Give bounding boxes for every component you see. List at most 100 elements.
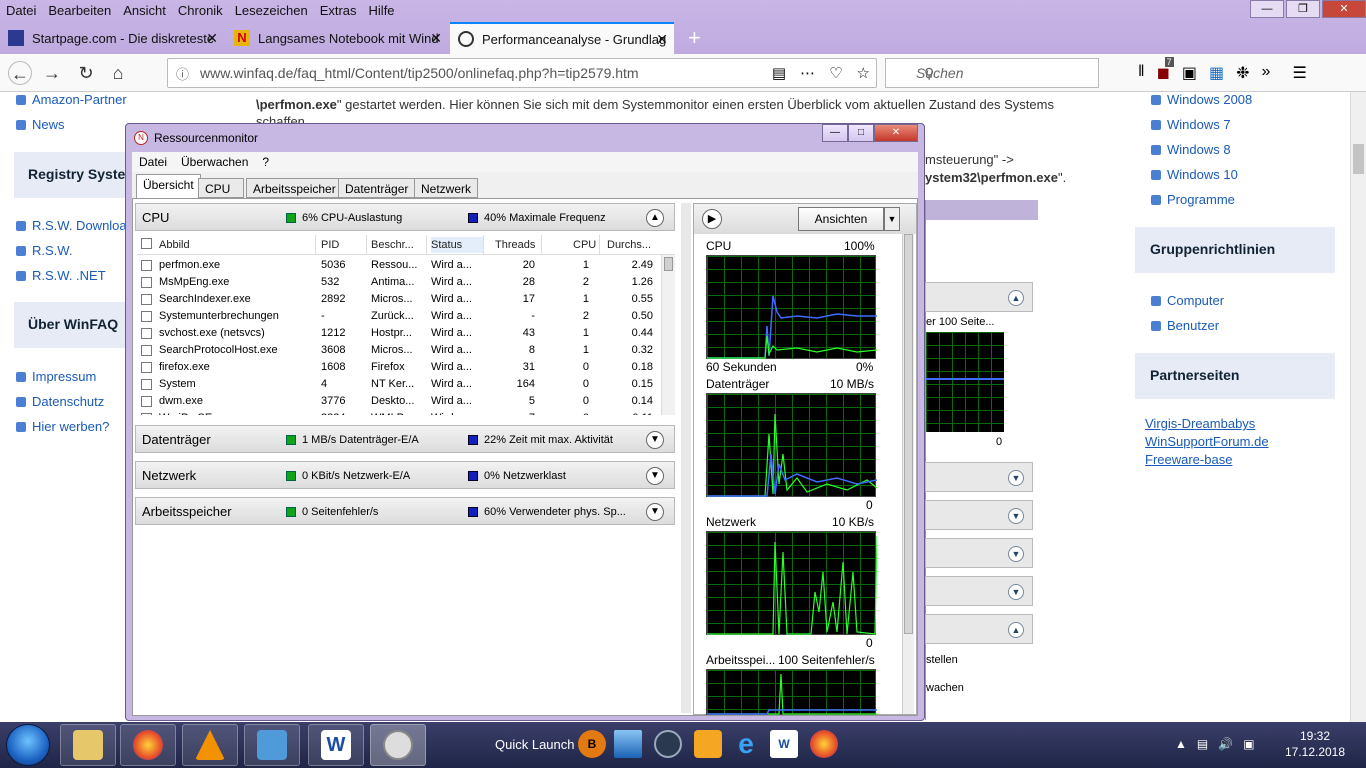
reload-icon[interactable]: ↻ — [74, 61, 98, 85]
link-windows-2008[interactable]: Windows 2008 — [1167, 92, 1252, 107]
bookmark-star-icon[interactable]: ☆ — [857, 64, 870, 82]
tray-expand-icon[interactable]: ▲ — [1175, 737, 1187, 751]
link-windows-7[interactable]: Windows 7 — [1167, 117, 1231, 132]
menu-lesezeichen[interactable]: Lesezeichen — [229, 3, 314, 18]
section-arbeitsspeicher[interactable]: Arbeitsspeicher 0 Seitenfehler/s 60% Ver… — [135, 497, 675, 525]
col-abbild[interactable]: Abbild — [159, 239, 190, 251]
taskbar-control-panel[interactable] — [244, 724, 300, 766]
pocket-icon[interactable]: ♡ — [829, 64, 842, 82]
tab-uebersicht[interactable]: Übersicht — [136, 174, 201, 198]
link-impressum[interactable]: Impressum — [32, 369, 96, 384]
expand-right-icon[interactable]: ▶ — [702, 209, 722, 229]
taskbar-word[interactable]: W — [308, 724, 364, 766]
row-checkbox[interactable] — [141, 396, 152, 407]
tab-cpu[interactable]: CPU — [198, 178, 244, 198]
bsplayer-icon[interactable]: B — [578, 730, 606, 758]
link-freeware-base[interactable]: Freeware-base — [1145, 452, 1232, 467]
desktop-icon[interactable] — [614, 730, 642, 758]
chevron-up-icon[interactable]: ▲ — [1008, 622, 1024, 638]
menu-ansicht[interactable]: Ansicht — [117, 3, 172, 18]
rm-close-button[interactable]: ✕ — [874, 124, 918, 142]
close-tab-icon[interactable]: ✕ — [206, 30, 218, 47]
col-status[interactable]: Status — [431, 237, 483, 253]
forward-icon[interactable]: → — [40, 61, 64, 85]
link-news[interactable]: News — [32, 117, 65, 132]
link-rsw-net[interactable]: R.S.W. .NET — [32, 268, 106, 283]
table-scrollbar[interactable] — [661, 255, 675, 415]
minimize-button[interactable]: — — [1250, 0, 1284, 18]
table-row[interactable]: System 4 NT Ker... Wird a... 164 0 0.15 — [137, 376, 661, 393]
chevron-down-icon[interactable]: ▼ — [1008, 508, 1024, 524]
taskbar-firefox[interactable] — [120, 724, 176, 766]
tab-datentraeger[interactable]: Datenträger — [338, 178, 416, 198]
row-checkbox[interactable] — [141, 328, 152, 339]
sidebar-icon[interactable]: ▣ — [1182, 63, 1197, 83]
rm-maximize-button[interactable]: □ — [848, 124, 874, 142]
close-button[interactable]: ✕ — [1322, 0, 1366, 18]
url-bar[interactable]: ⓘ www.winfaq.de/faq_html/Content/tip2500… — [167, 58, 877, 88]
volume-icon[interactable]: 🔊 — [1218, 737, 1233, 751]
tab-notebook[interactable]: N Langsames Notebook mit Wind ✕ — [226, 22, 448, 54]
row-checkbox[interactable] — [141, 311, 152, 322]
menu-extras[interactable]: Extras — [314, 3, 363, 18]
link-windows-8[interactable]: Windows 8 — [1167, 142, 1231, 157]
tab-arbeitsspeicher[interactable]: Arbeitsspeicher — [246, 178, 343, 198]
table-scroll-thumb[interactable] — [664, 257, 673, 271]
table-row[interactable]: SearchIndexer.exe 2892 Micros... Wird a... 1… — [137, 291, 661, 308]
link-amazon-partner[interactable]: Amazon-Partner — [32, 92, 127, 107]
left-panel-scrollbar[interactable] — [681, 203, 691, 713]
power-icon[interactable]: ▣ — [1243, 737, 1254, 751]
internet-explorer-icon[interactable]: e — [732, 730, 760, 758]
menu-datei[interactable]: Datei — [0, 3, 42, 18]
ublock-icon[interactable]: ◼ 7 — [1157, 57, 1174, 83]
link-programme[interactable]: Programme — [1167, 192, 1235, 207]
chevron-down-icon[interactable]: ▼ — [646, 467, 664, 485]
network-icon[interactable]: ▤ — [1197, 737, 1208, 751]
chevron-up-icon[interactable]: ▲ — [646, 209, 664, 227]
row-checkbox[interactable] — [141, 379, 152, 390]
tab-startpage[interactable]: Startpage.com - Die diskreteste ✕ — [0, 22, 224, 54]
info-icon[interactable]: ⓘ — [176, 64, 189, 83]
back-icon[interactable]: ← — [8, 61, 32, 85]
scrollbar-thumb[interactable] — [1353, 144, 1364, 174]
table-row[interactable]: perfmon.exe 5036 Ressou... Wird a... 20 1 2.49 — [137, 257, 661, 274]
link-rsw-download[interactable]: R.S.W. Download — [32, 218, 134, 233]
menu-chronik[interactable]: Chronik — [172, 3, 229, 18]
col-durchschnitt[interactable]: Durchs... — [607, 239, 651, 251]
reader-view-icon[interactable]: ▤ — [772, 64, 786, 82]
table-row[interactable]: WmiPrvSE.exe 2824 WMI Pr... Wird a... 7 0 0.11 — [137, 410, 661, 415]
row-checkbox[interactable] — [141, 277, 152, 288]
chevron-down-icon[interactable]: ▼ — [646, 503, 664, 521]
link-datenschutz[interactable]: Datenschutz — [32, 394, 104, 409]
taskbar-vlc[interactable] — [182, 724, 238, 766]
word-quicklaunch-icon[interactable]: W — [770, 730, 798, 758]
taskbar-resource-monitor[interactable] — [370, 724, 426, 766]
clock[interactable]: 19:32 17.12.2018 — [1280, 728, 1350, 760]
close-tab-icon[interactable]: ✕ — [430, 30, 442, 47]
table-row[interactable]: SearchProtocolHost.exe 3608 Micros... Wird … — [137, 342, 661, 359]
section-cpu[interactable]: CPU 6% CPU-Auslastung 40% Maximale Frequ… — [135, 203, 675, 231]
chevron-down-icon[interactable]: ▼ — [1008, 584, 1024, 600]
rm-menu-ueberwachen[interactable]: Überwachen — [174, 155, 255, 169]
windows-start-icon[interactable] — [6, 724, 50, 766]
screenshot-icon[interactable]: ▦ — [1209, 63, 1224, 83]
rm-menu-datei[interactable]: Datei — [132, 155, 174, 169]
graph-scroll-thumb[interactable] — [904, 234, 913, 634]
col-beschreibung[interactable]: Beschr... — [371, 239, 414, 251]
new-tab-button[interactable]: + — [680, 22, 710, 54]
page-scrollbar[interactable] — [1350, 92, 1366, 722]
close-tab-icon[interactable]: ✕ — [656, 31, 668, 48]
link-rsw[interactable]: R.S.W. — [32, 243, 72, 258]
link-windows-10[interactable]: Windows 10 — [1167, 167, 1238, 182]
page-actions-icon[interactable]: ⋯ — [800, 64, 815, 82]
menu-bearbeiten[interactable]: Bearbeiten — [42, 3, 117, 18]
chevron-down-icon[interactable]: ▼ — [1008, 470, 1024, 486]
chevron-down-icon[interactable]: ▼ — [646, 431, 664, 449]
col-cpu[interactable]: CPU — [573, 239, 596, 251]
maximize-button[interactable]: ❐ — [1286, 0, 1320, 18]
link-computer[interactable]: Computer — [1167, 293, 1224, 308]
select-all-checkbox[interactable] — [141, 238, 152, 249]
col-threads[interactable]: Threads — [495, 239, 535, 251]
rm-menu-help[interactable]: ? — [255, 155, 276, 169]
table-row[interactable]: MsMpEng.exe 532 Antima... Wird a... 28 2 1.26 — [137, 274, 661, 291]
